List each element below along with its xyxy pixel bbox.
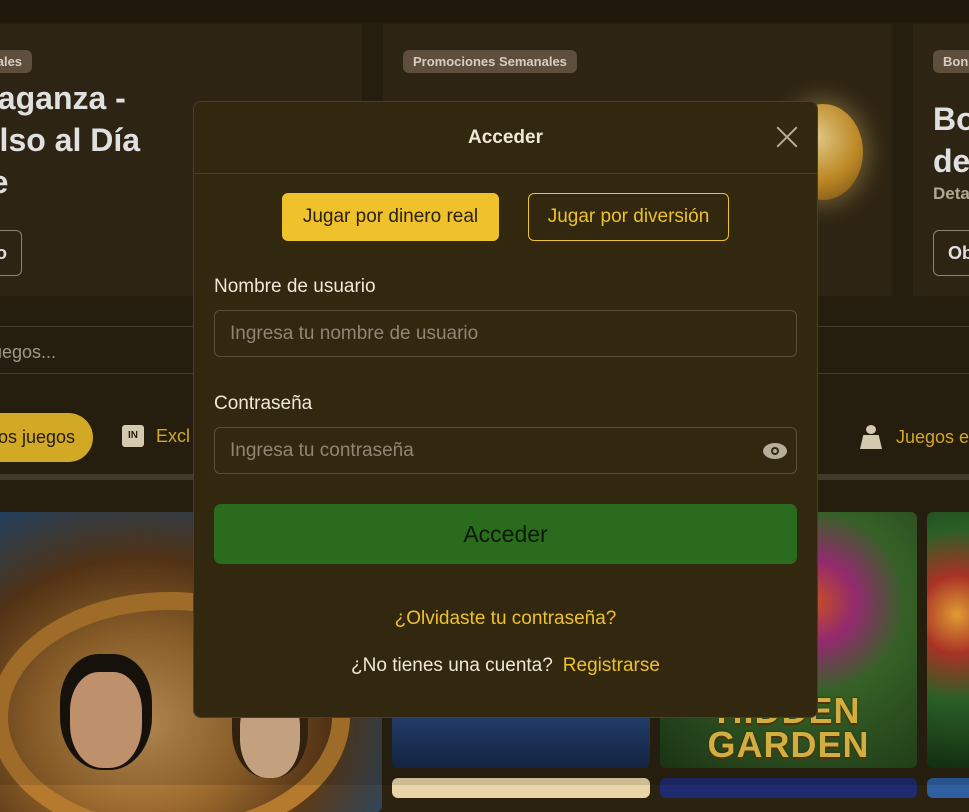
forgot-password-link[interactable]: ¿Olvidaste tu contraseña? — [194, 608, 817, 630]
play-for-fun-button[interactable]: Jugar por diversión — [528, 193, 729, 241]
register-row: ¿No tienes una cuenta? Registrarse — [194, 655, 817, 677]
password-label: Contraseña — [214, 393, 313, 414]
close-icon[interactable] — [774, 124, 800, 150]
no-account-text: ¿No tienes una cuenta? — [351, 655, 553, 676]
modal-title: Acceder — [468, 127, 543, 148]
login-modal: Acceder Jugar por dinero real Jugar por … — [193, 101, 818, 718]
register-link[interactable]: Registrarse — [563, 655, 660, 676]
username-label: Nombre de usuario — [214, 276, 376, 297]
username-input[interactable] — [214, 310, 797, 357]
play-real-money-button[interactable]: Jugar por dinero real — [282, 193, 499, 241]
modal-header: Acceder — [194, 102, 817, 174]
password-input[interactable] — [214, 427, 797, 474]
show-password-eye-icon[interactable] — [763, 443, 787, 459]
login-submit-button[interactable]: Acceder — [214, 504, 797, 564]
